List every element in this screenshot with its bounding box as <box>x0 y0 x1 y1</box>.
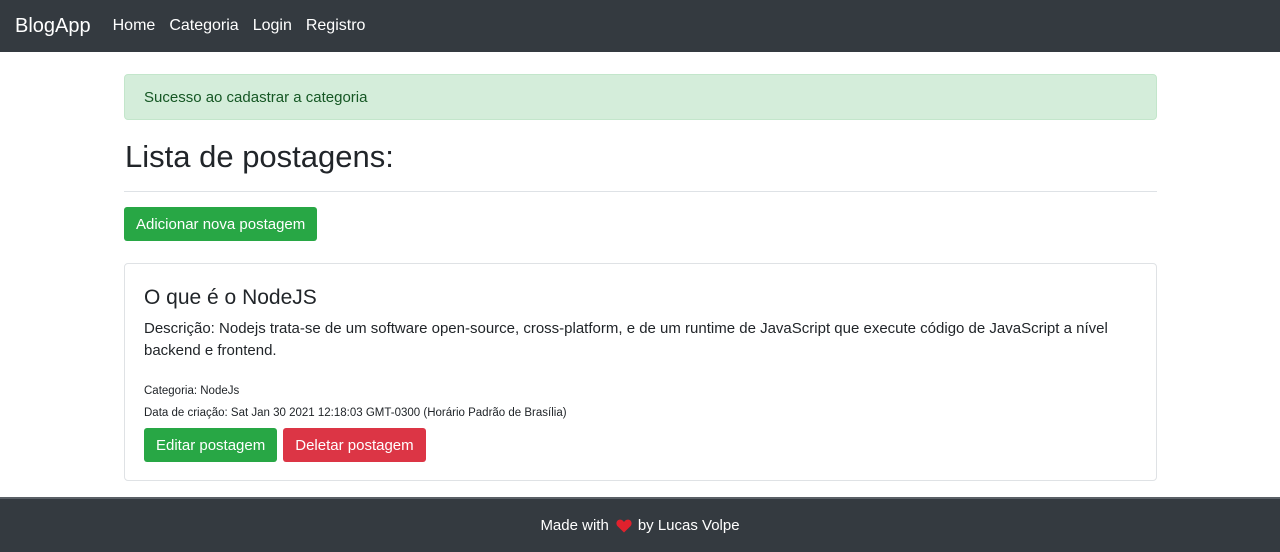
footer: Made with by Lucas Volpe <box>0 497 1280 552</box>
brand-link[interactable]: BlogApp <box>15 15 91 38</box>
footer-prefix: Made with <box>540 517 609 534</box>
post-actions: Editar postagem Deletar postagem <box>144 428 1137 462</box>
delete-post-button[interactable]: Deletar postagem <box>283 428 426 462</box>
nav-link-registro[interactable]: Registro <box>306 17 366 35</box>
post-card: O que é o NodeJS Descrição: Nodejs trata… <box>124 263 1157 481</box>
heart-icon <box>616 519 632 533</box>
divider <box>124 191 1157 192</box>
add-post-button[interactable]: Adicionar nova postagem <box>124 207 318 241</box>
navbar: BlogApp Home Categoria Login Registro <box>0 0 1280 52</box>
post-description: Descrição: Nodejs trata-se de um softwar… <box>144 320 1108 359</box>
nav-link-home[interactable]: Home <box>113 17 156 35</box>
post-title: O que é o NodeJS <box>144 286 317 309</box>
nav-link-login[interactable]: Login <box>253 17 292 35</box>
nav-link-categoria[interactable]: Categoria <box>169 17 238 35</box>
main-content: Sucesso ao cadastrar a categoria Lista d… <box>124 74 1157 481</box>
success-alert: Sucesso ao cadastrar a categoria <box>124 74 1157 120</box>
footer-suffix: by Lucas Volpe <box>637 517 740 534</box>
post-category: Categoria: NodeJs <box>144 385 240 397</box>
page-title: Lista de postagens: <box>125 139 394 174</box>
edit-post-button[interactable]: Editar postagem <box>144 428 278 462</box>
post-created-date: Data de criação: Sat Jan 30 2021 12:18:0… <box>144 407 567 419</box>
